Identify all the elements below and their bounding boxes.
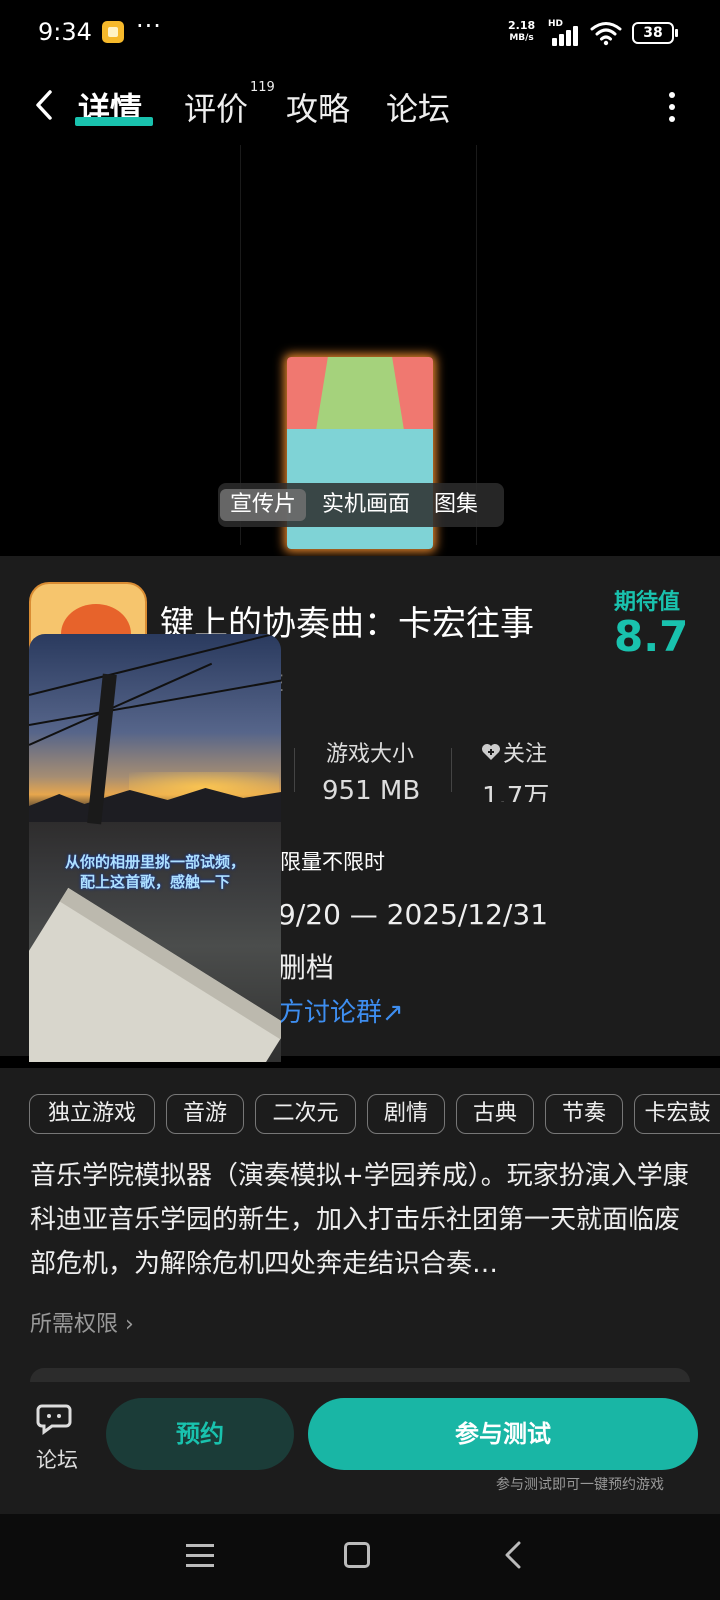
signal-icon — [552, 24, 584, 46]
test-archive-type: 删档 — [278, 951, 335, 984]
test-dates: 9/20 — 2025/12/31 — [278, 898, 549, 931]
expect-score: 8.7 — [614, 612, 689, 661]
notification-app-icon — [102, 21, 124, 43]
media-tab-promo[interactable]: 宣传片 — [220, 489, 307, 521]
stat-divider — [294, 748, 295, 792]
media-tab-gameplay[interactable]: 实机画面 — [312, 489, 420, 521]
card-edge — [30, 1368, 690, 1382]
media-tab-gallery[interactable]: 图集 — [424, 489, 488, 521]
tab-forum[interactable]: 论坛 — [386, 84, 450, 130]
heart-plus-icon — [482, 744, 500, 760]
network-speed-unit: MB/s — [509, 33, 534, 43]
tag-chip[interactable]: 节奏 — [545, 1094, 623, 1134]
media-viewer[interactable]: 宣传片 实机画面 图集 — [0, 145, 720, 555]
permissions-link[interactable]: 所需权限 › — [30, 1306, 134, 1338]
test-hint: 参与测试即可一键预约游戏 — [496, 1477, 664, 1493]
forum-icon[interactable] — [36, 1402, 76, 1438]
join-test-button[interactable]: 参与测试 — [308, 1398, 698, 1470]
test-limit: 限量不限时 — [280, 850, 385, 874]
tab-review[interactable]: 评价 — [184, 84, 248, 130]
stat-follow-label: 关注 — [503, 742, 548, 767]
tab-guide[interactable]: 攻略 — [286, 84, 350, 130]
stat-follow-value: 1.7万 — [482, 782, 550, 802]
floating-video-overlay[interactable]: 从你的相册里挑一部试频，配上这首歌，感触一下 — [29, 634, 281, 1080]
tag-chip[interactable]: 音游 — [166, 1094, 244, 1134]
battery-level: 38 — [643, 25, 663, 41]
network-speed: 2.18 MB/s — [508, 20, 535, 44]
active-tab-indicator — [75, 117, 153, 126]
tag-chip[interactable]: 二次元 — [255, 1094, 356, 1134]
tag-chip[interactable]: 剧情 — [367, 1094, 445, 1134]
network-speed-value: 2.18 — [508, 19, 536, 32]
stat-divider — [451, 748, 452, 792]
wifi-icon — [590, 22, 622, 46]
media-tabs: 宣传片 实机画面 图集 — [218, 483, 504, 527]
game-description[interactable]: 音乐学院模拟器（演奏模拟+学园养成）。玩家扮演入学康科迪亚音乐学园的新生，加入打… — [30, 1154, 694, 1286]
stat-size-value: 951 MB — [322, 776, 421, 802]
top-nav: 详情 评价 119 攻略 论坛 — [0, 70, 720, 140]
official-group-link[interactable]: 方讨论群↗ — [278, 992, 404, 1029]
more-options-icon[interactable] — [668, 92, 676, 122]
home-icon[interactable] — [344, 1542, 370, 1568]
status-time: 9:34 — [38, 18, 92, 46]
reserve-button[interactable]: 预约 — [106, 1398, 294, 1470]
review-count-badge: 119 — [250, 80, 275, 95]
tag-chip[interactable]: 独立游戏 — [29, 1094, 155, 1134]
more-notifications-icon: ··· — [136, 12, 162, 40]
battery-icon: 38 — [632, 22, 678, 44]
video-caption: 从你的相册里挑一部试频，配上这首歌，感触一下 — [64, 853, 245, 891]
status-bar: 9:34 ··· 2.18 MB/s HD 38 — [0, 0, 720, 66]
back-icon[interactable] — [30, 88, 60, 122]
stat-size-label: 游戏大小 — [326, 742, 415, 767]
tag-chip[interactable]: 古典 — [456, 1094, 534, 1134]
recent-apps-icon[interactable] — [186, 1544, 214, 1568]
forum-label[interactable]: 论坛 — [36, 1444, 78, 1474]
system-back-icon[interactable] — [503, 1540, 523, 1570]
tag-chip[interactable]: 卡宏鼓 — [634, 1094, 720, 1134]
